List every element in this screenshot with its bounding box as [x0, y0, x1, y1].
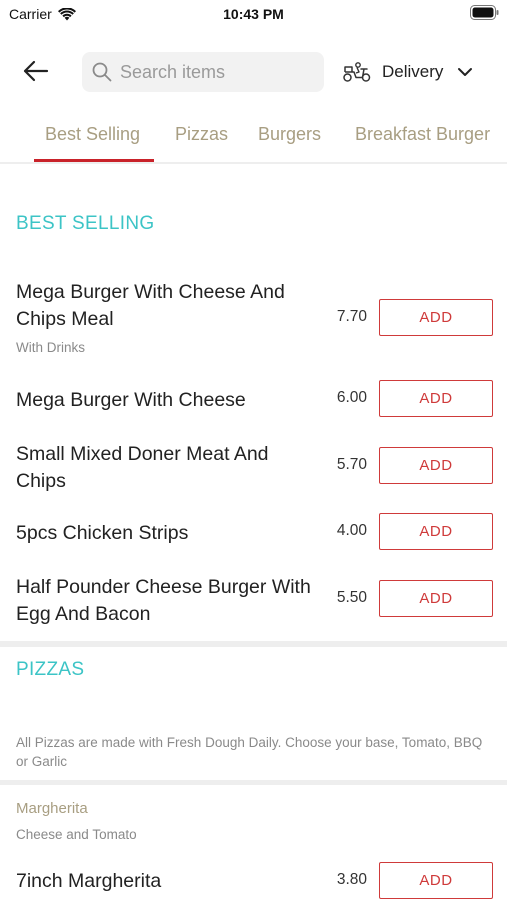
add-button[interactable]: ADD — [379, 380, 493, 417]
section-title-best-selling: BEST SELLING — [16, 213, 155, 234]
item-name: Mega Burger With Cheese — [16, 389, 246, 411]
item-price: 5.50 — [336, 589, 367, 606]
item-subtitle: With Drinks — [16, 340, 86, 355]
item-price: 7.70 — [336, 308, 367, 325]
section-title-pizzas: PIZZAS — [16, 659, 85, 680]
group-subtitle: Cheese and Tomato — [16, 827, 137, 842]
item-price: 3.80 — [336, 871, 367, 888]
tab-pizzas[interactable]: Pizzas — [175, 124, 228, 145]
item-price: 5.70 — [336, 456, 367, 473]
item-name: Half Pounder Cheese Burger With Egg And … — [16, 576, 311, 625]
status-time: 10:43 PM — [223, 6, 284, 22]
item-price: 6.00 — [336, 389, 367, 406]
search-box[interactable] — [82, 52, 324, 92]
scooter-icon — [343, 62, 371, 82]
tab-best-selling[interactable]: Best Selling — [45, 124, 140, 145]
item-price: 4.00 — [336, 522, 367, 539]
item-name: Mega Burger With Cheese And Chips Meal — [16, 281, 285, 330]
tab-breakfast-burger[interactable]: Breakfast Burger — [355, 124, 490, 145]
group-divider — [0, 780, 507, 785]
tab-burgers[interactable]: Burgers — [258, 124, 321, 145]
add-button[interactable]: ADD — [379, 580, 493, 617]
chevron-down-icon — [458, 68, 473, 76]
category-tabs: Best Selling Pizzas Burgers Breakfast Bu… — [0, 112, 507, 164]
add-button[interactable]: ADD — [379, 299, 493, 336]
search-icon — [92, 62, 112, 82]
section-note: All Pizzas are made with Fresh Dough Dai… — [16, 735, 483, 769]
item-name: Small Mixed Doner Meat And Chips — [16, 443, 269, 492]
delivery-mode-selector[interactable]: Delivery — [342, 56, 473, 88]
delivery-label: Delivery — [382, 62, 444, 81]
section-divider — [0, 641, 507, 647]
status-bar: Carrier 10:43 PM — [0, 0, 507, 30]
item-name: 7inch Margherita — [16, 870, 162, 892]
add-button[interactable]: ADD — [379, 447, 493, 484]
search-input[interactable] — [120, 61, 310, 83]
item-name: 5pcs Chicken Strips — [16, 522, 189, 544]
add-button[interactable]: ADD — [379, 862, 493, 899]
top-bar: Delivery — [0, 50, 507, 92]
battery-icon — [470, 5, 499, 20]
back-arrow-icon[interactable] — [22, 59, 50, 83]
group-title: Margherita — [16, 800, 88, 817]
active-tab-indicator — [34, 159, 154, 162]
add-button[interactable]: ADD — [379, 513, 493, 550]
